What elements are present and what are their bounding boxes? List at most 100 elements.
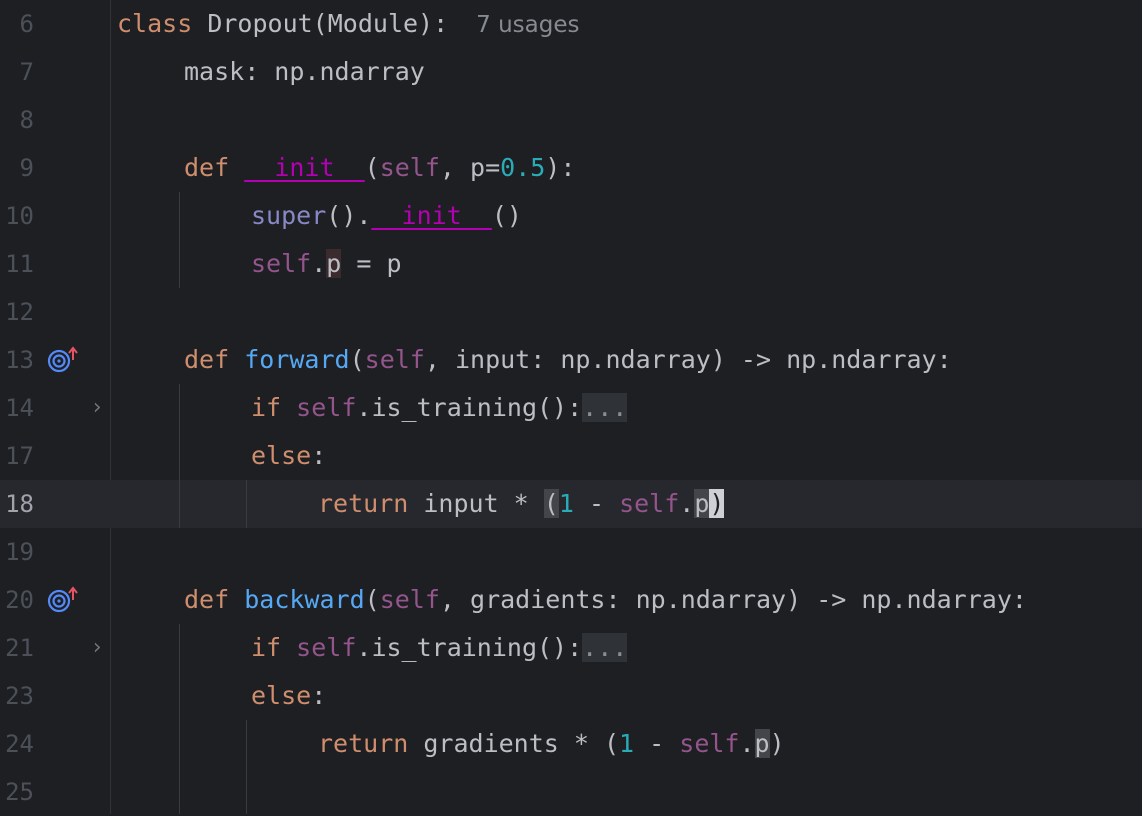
function-name: forward: [244, 345, 350, 374]
line-number: 7: [19, 58, 34, 86]
code-line[interactable]: 17 else:: [0, 432, 1142, 480]
indent-guide: [179, 192, 180, 288]
code-text[interactable]: mask: np.ndarray: [117, 48, 425, 96]
operator-token: -: [573, 489, 620, 518]
keyword-token: else: [251, 441, 312, 470]
self-token: self: [379, 585, 440, 614]
line-number: 24: [5, 730, 34, 758]
self-token: self: [251, 249, 312, 278]
code-text[interactable]: if self.is_training():...: [117, 384, 628, 432]
code-line[interactable]: 9 def __init__(self, p=0.5):: [0, 144, 1142, 192]
keyword-token: return: [318, 729, 409, 758]
keyword-token: def: [184, 585, 230, 614]
code-text[interactable]: def forward(self, input: np.ndarray) -> …: [117, 336, 952, 384]
punctuation-token: (): [491, 201, 522, 230]
keyword-token: if: [251, 633, 282, 662]
class-signature: Dropout(Module):: [207, 9, 449, 38]
code-text[interactable]: def backward(self, gradients: np.ndarray…: [117, 576, 1027, 624]
keyword-token: def: [184, 153, 230, 182]
current-code-line[interactable]: 18 return input * (1 - self.p): [0, 480, 1142, 528]
expression-token: gradients * (: [423, 729, 620, 758]
line-number: 18: [5, 490, 34, 518]
folded-code-placeholder[interactable]: ...: [582, 393, 628, 422]
line-number: 8: [19, 106, 34, 134]
indent-guide: [179, 624, 180, 814]
line-number: 10: [5, 202, 34, 230]
punctuation-token: (: [349, 345, 365, 374]
code-text[interactable]: if self.is_training():...: [117, 624, 628, 672]
params-token: , gradients: np.ndarray) -> np.ndarray:: [439, 585, 1027, 614]
attribute-declaration: mask: np.ndarray: [184, 57, 425, 86]
code-text[interactable]: else:: [117, 432, 326, 480]
params-token: , input: np.ndarray) -> np.ndarray:: [424, 345, 952, 374]
function-name: backward: [244, 585, 365, 614]
matched-paren: (: [543, 489, 559, 518]
code-text[interactable]: def __init__(self, p=0.5):: [117, 144, 575, 192]
code-line[interactable]: 6 class Dropout(Module): 7 usages: [0, 0, 1142, 48]
code-line[interactable]: 12: [0, 288, 1142, 336]
punctuation-token: :: [311, 681, 327, 710]
code-text[interactable]: class Dropout(Module): 7 usages: [117, 0, 580, 48]
punctuation-token: .: [679, 489, 695, 518]
line-number: 20: [5, 586, 34, 614]
line-number: 23: [5, 682, 34, 710]
code-line[interactable]: 7 mask: np.ndarray: [0, 48, 1142, 96]
override-method-icon[interactable]: [46, 586, 80, 614]
number-token: 1: [619, 729, 635, 758]
code-line[interactable]: 14 › if self.is_training():...: [0, 384, 1142, 432]
code-line[interactable]: 25: [0, 768, 1142, 816]
line-number: 12: [5, 298, 34, 326]
usages-inlay-hint[interactable]: 7 usages: [476, 12, 579, 38]
dunder-method-name: __init__: [244, 153, 365, 182]
assignment-token: = p: [341, 249, 402, 278]
line-number: 25: [5, 778, 34, 806]
line-number: 9: [19, 154, 34, 182]
punctuation-token: (: [364, 585, 380, 614]
code-text[interactable]: return gradients * (1 - self.p): [117, 720, 785, 768]
line-number: 19: [5, 538, 34, 566]
code-line[interactable]: 20 def backward(self, gradients: np.ndar…: [0, 576, 1142, 624]
code-text[interactable]: else:: [117, 672, 326, 720]
operator-token: -: [634, 729, 680, 758]
method-call-token: .is_training():: [356, 633, 583, 662]
code-line[interactable]: 24 return gradients * (1 - self.p): [0, 720, 1142, 768]
chevron-right-icon[interactable]: ›: [88, 384, 106, 432]
code-line[interactable]: 11 self.p = p: [0, 240, 1142, 288]
line-number: 14: [5, 394, 34, 422]
code-text[interactable]: self.p = p: [117, 240, 402, 288]
builtin-token: super: [251, 201, 327, 230]
punctuation-token: ):: [545, 153, 576, 182]
indent-guide: [179, 384, 180, 528]
method-call-token: .is_training():: [356, 393, 583, 422]
code-editor[interactable]: 6 class Dropout(Module): 7 usages 7 mask:…: [0, 0, 1142, 814]
self-token: self: [679, 729, 740, 758]
code-line[interactable]: 10 super().__init__(): [0, 192, 1142, 240]
text-cursor: ): [709, 489, 725, 518]
code-line[interactable]: 8: [0, 96, 1142, 144]
override-method-icon[interactable]: [46, 346, 80, 374]
code-line[interactable]: 21 › if self.is_training():...: [0, 624, 1142, 672]
dunder-method-name: __init__: [371, 201, 492, 230]
line-number: 13: [5, 346, 34, 374]
chevron-right-icon[interactable]: ›: [88, 624, 106, 672]
code-line[interactable]: 13 def forward(self, input: np.ndarray) …: [0, 336, 1142, 384]
indent-guide: [246, 480, 247, 528]
code-text[interactable]: return input * (1 - self.p): [117, 480, 725, 528]
highlighted-usage: p: [754, 729, 770, 758]
punctuation-token: ().: [326, 201, 372, 230]
punctuation-token: ): [769, 729, 785, 758]
keyword-token: def: [184, 345, 230, 374]
code-line[interactable]: 19: [0, 528, 1142, 576]
self-token: self: [619, 489, 680, 518]
code-line[interactable]: 23 else:: [0, 672, 1142, 720]
keyword-token: else: [251, 681, 312, 710]
params-token: , p=: [439, 153, 501, 182]
folded-code-placeholder[interactable]: ...: [582, 633, 628, 662]
line-number: 17: [5, 442, 34, 470]
punctuation-token: .: [739, 729, 755, 758]
line-number: 21: [5, 634, 34, 662]
punctuation-token: .: [311, 249, 327, 278]
highlighted-usage: p: [694, 489, 710, 518]
number-token: 1: [558, 489, 574, 518]
code-text[interactable]: super().__init__(): [117, 192, 522, 240]
